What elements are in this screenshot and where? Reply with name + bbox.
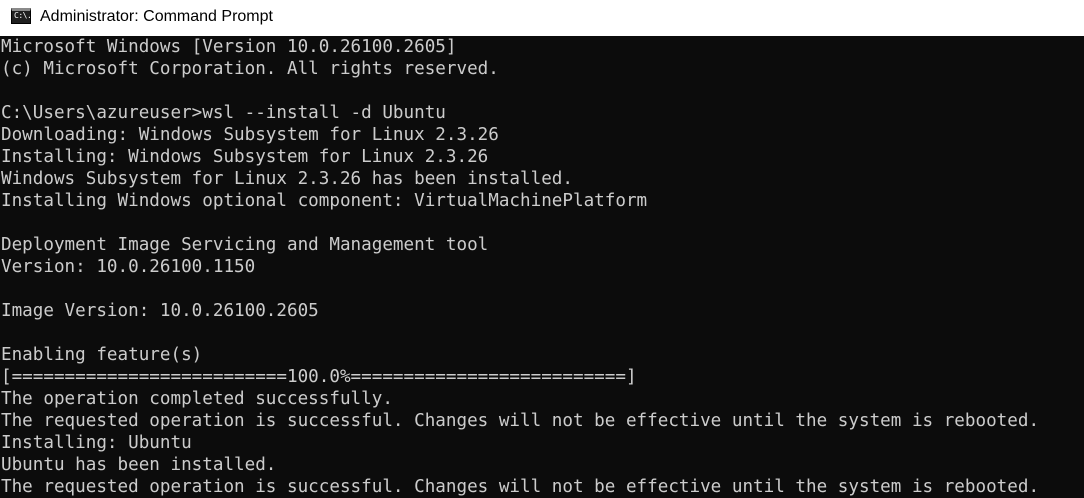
console-line: C:\Users\azureuser>wsl --install -d Ubun… [1, 103, 446, 123]
console-line: The requested operation is successful. C… [1, 411, 1040, 431]
cmd-icon: C:\. [11, 8, 32, 24]
console-line: The operation completed successfully. [1, 389, 393, 409]
console-line: Windows Subsystem for Linux 2.3.26 has b… [1, 169, 573, 189]
console-line: Ubuntu has been installed. [1, 455, 277, 475]
command-prompt-window: C:\. Administrator: Command Prompt Micro… [0, 0, 1084, 498]
console-line: (c) Microsoft Corporation. All rights re… [1, 59, 499, 79]
console-line: The requested operation is successful. C… [1, 477, 1040, 497]
console-line: Deployment Image Servicing and Managemen… [1, 235, 489, 255]
console-output[interactable]: Microsoft Windows [Version 10.0.26100.26… [0, 36, 1084, 498]
console-line: Microsoft Windows [Version 10.0.26100.26… [1, 37, 457, 57]
cmd-icon-label: C:\. [14, 11, 32, 20]
console-line: Enabling feature(s) [1, 345, 203, 365]
console-line: Image Version: 10.0.26100.2605 [1, 301, 319, 321]
console-line: Installing: Windows Subsystem for Linux … [1, 147, 489, 167]
progress-bar-line: [==========================100.0%=======… [1, 367, 637, 387]
console-line: Installing: Ubuntu [1, 433, 192, 453]
title-bar[interactable]: C:\. Administrator: Command Prompt [0, 0, 1084, 36]
console-line: Installing Windows optional component: V… [1, 191, 648, 211]
console-line: Downloading: Windows Subsystem for Linux… [1, 125, 499, 145]
window-title: Administrator: Command Prompt [40, 8, 273, 25]
console-line: Version: 10.0.26100.1150 [1, 257, 256, 277]
